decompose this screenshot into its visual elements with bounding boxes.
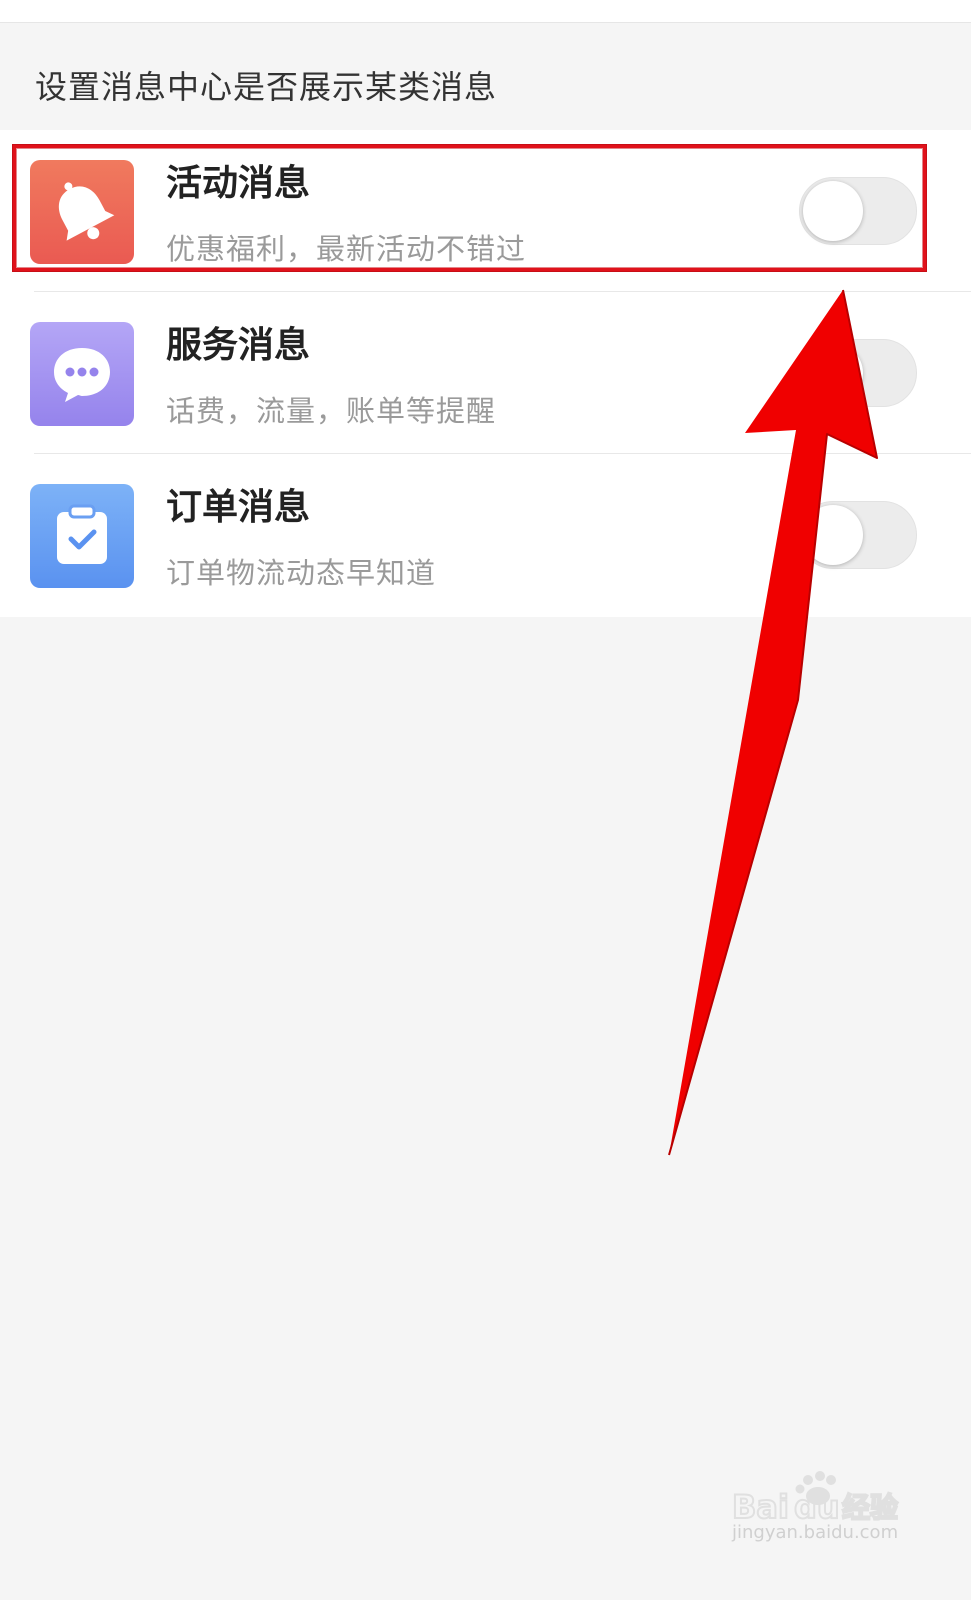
clipboard-check-icon <box>57 504 107 564</box>
row-title: 服务消息 <box>166 325 311 366</box>
service-messages-toggle[interactable] <box>799 339 917 407</box>
order-icon-tile <box>30 484 134 588</box>
top-strip <box>0 0 971 23</box>
order-messages-toggle[interactable] <box>799 501 917 569</box>
service-icon-tile <box>30 322 134 426</box>
watermark-url: jingyan.baidu.com <box>732 1522 899 1543</box>
row-subtitle: 订单物流动态早知道 <box>166 556 437 590</box>
svg-text:du: du <box>794 1488 840 1526</box>
annotation-highlight-box <box>13 145 926 271</box>
svg-text:Bai: Bai <box>732 1488 789 1526</box>
toggle-knob <box>803 505 863 565</box>
chat-bubble-icon <box>54 348 110 402</box>
row-subtitle: 话费，流量，账单等提醒 <box>166 394 497 428</box>
row-title: 订单消息 <box>166 487 311 528</box>
svg-text:经验: 经验 <box>842 1491 898 1524</box>
section-header: 设置消息中心是否展示某类消息 <box>35 68 498 106</box>
toggle-knob <box>803 343 863 403</box>
list-item-service-messages: 服务消息 话费，流量，账单等提醒 <box>0 292 971 454</box>
list-item-order-messages: 订单消息 订单物流动态早知道 <box>0 454 971 616</box>
